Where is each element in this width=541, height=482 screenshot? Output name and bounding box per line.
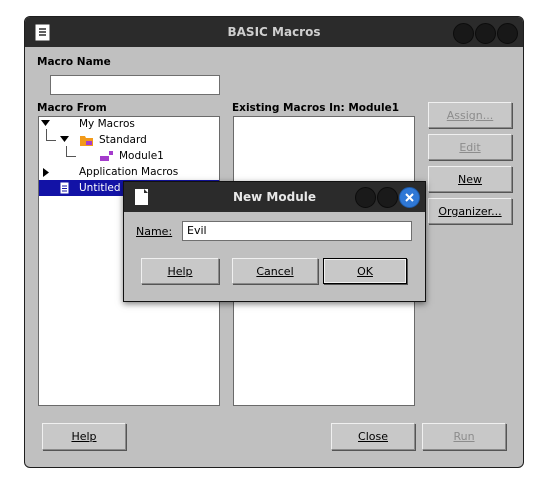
dialog-title-bar: New Module [124, 182, 425, 212]
help-button[interactable]: Help [42, 423, 126, 450]
dialog-cancel-button[interactable]: Cancel [232, 258, 318, 284]
tree-line [66, 156, 76, 157]
dialog-maximize-button[interactable] [377, 187, 398, 208]
document-icon [59, 181, 70, 195]
tree-item-my-macros[interactable]: My Macros [79, 118, 135, 130]
run-button[interactable]: Run [422, 423, 506, 450]
module-name-input[interactable]: Evil [182, 221, 412, 241]
expand-arrow-icon[interactable] [41, 120, 51, 128]
macro-name-input[interactable] [50, 75, 220, 95]
assign-button[interactable]: Assign... [428, 102, 512, 128]
title-bar: BASIC Macros [25, 17, 523, 47]
name-label: Name: [136, 225, 173, 238]
module-icon [100, 151, 113, 161]
collapse-arrow-icon[interactable] [43, 168, 51, 178]
macro-from-label: Macro From [37, 102, 107, 114]
window-title: BASIC Macros [227, 25, 321, 39]
minimize-button[interactable] [453, 23, 474, 44]
dialog-ok-button[interactable]: OK [323, 258, 407, 284]
close-button[interactable]: Close [331, 423, 415, 450]
dialog-minimize-button[interactable] [355, 187, 376, 208]
edit-button[interactable]: Edit [428, 134, 512, 160]
close-window-button[interactable] [497, 23, 518, 44]
dialog-help-button[interactable]: Help [141, 258, 219, 284]
expand-arrow-icon[interactable] [60, 136, 70, 144]
tree-line [46, 140, 56, 141]
tree-item-standard[interactable]: Standard [99, 134, 147, 146]
tree-item-module1[interactable]: Module1 [119, 150, 164, 162]
macro-name-label: Macro Name [37, 56, 111, 68]
dialog-close-button[interactable] [399, 187, 420, 208]
maximize-button[interactable] [475, 23, 496, 44]
tree-item-application-macros[interactable]: Application Macros [79, 166, 178, 178]
library-folder-icon [80, 136, 93, 146]
close-icon [405, 193, 414, 202]
existing-macros-label: Existing Macros In: Module1 [232, 102, 400, 114]
organizer-button[interactable]: Organizer... [428, 198, 512, 224]
new-module-dialog: New Module Name: Evil Help Cancel OK [123, 181, 426, 302]
new-button[interactable]: New [428, 166, 512, 192]
